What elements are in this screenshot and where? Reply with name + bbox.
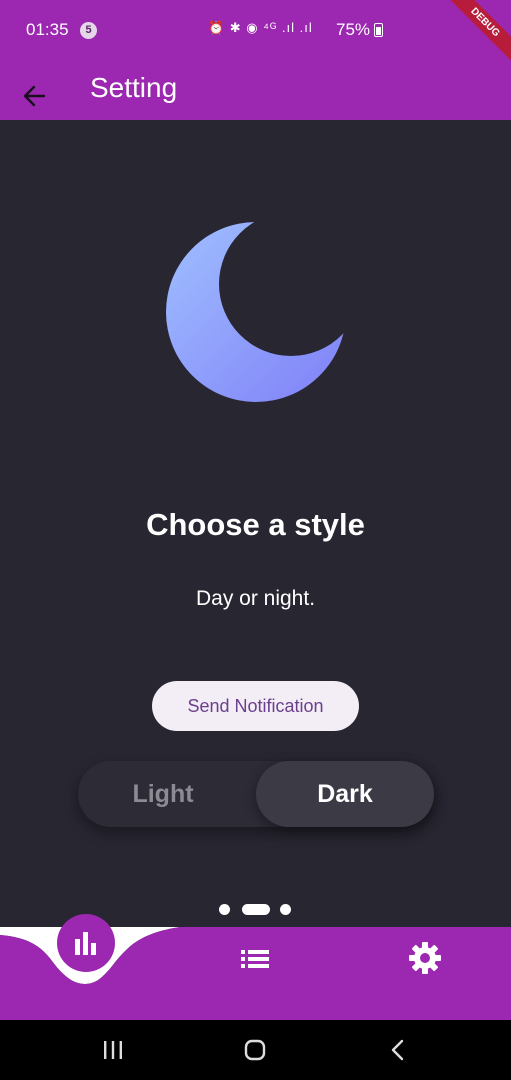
back-button[interactable] [20,70,52,110]
page-indicator [219,903,293,915]
battery-level: 75% [336,20,371,39]
page-dot[interactable] [280,904,291,915]
arrow-left-icon [23,85,46,107]
list-icon [241,950,269,968]
back-icon[interactable] [388,1038,408,1062]
status-icons: ⏰ ✱ ◉ ⁴ᴳ .ıl .ıl [208,20,313,35]
system-nav-bar [0,1020,511,1080]
battery-icon [374,23,383,37]
app-bar: Setting [0,60,511,120]
theme-toggle: Light Dark [78,761,434,827]
home-icon[interactable] [243,1038,267,1062]
moon-icon [165,221,347,403]
status-time: 01:35 [26,20,69,39]
nav-stats-button[interactable] [57,914,115,972]
theme-option-dark[interactable]: Dark [256,761,434,827]
notification-count-badge: 5 [80,22,97,39]
nav-list-button[interactable] [238,944,272,974]
theme-option-light[interactable]: Light [78,761,248,827]
send-notification-button[interactable]: Send Notification [152,681,359,731]
style-subtitle: Day or night. [195,587,316,610]
gear-icon [409,942,441,974]
status-bar: 01:35 5 ⏰ ✱ ◉ ⁴ᴳ .ıl .ıl 75% [0,0,511,60]
page-dot-active[interactable] [242,904,270,915]
recents-icon[interactable] [101,1039,125,1061]
page-title: Setting [90,72,178,103]
nav-settings-button[interactable] [407,940,443,976]
page-dot[interactable] [219,904,230,915]
bar-chart-icon [75,932,96,955]
style-heading: Choose a style [146,507,365,542]
